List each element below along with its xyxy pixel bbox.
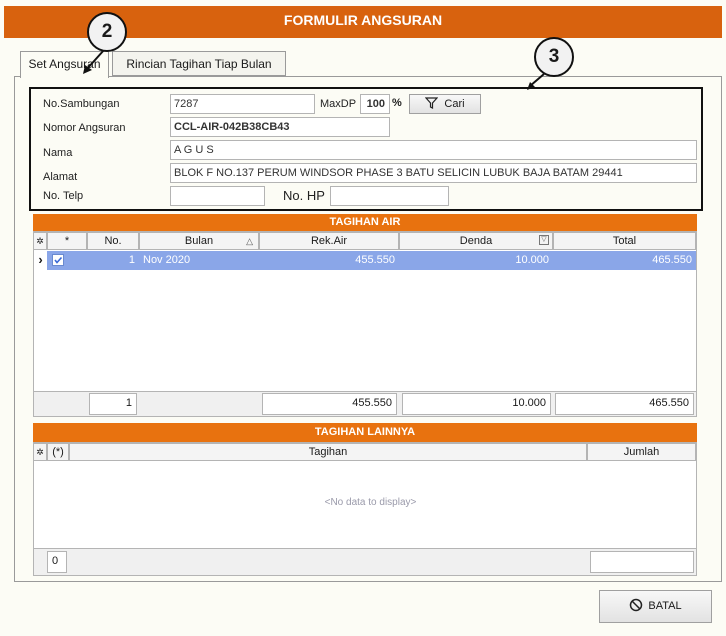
empty-state-text: <No data to display> — [324, 497, 417, 508]
row-indicator-header: ✲ — [33, 232, 47, 250]
callout-pointer-2 — [83, 49, 105, 74]
table-cell-denda[interactable]: 10.000 — [399, 251, 553, 270]
col-jumlah-header[interactable]: Jumlah — [587, 443, 696, 461]
col-tagihan-header[interactable]: Tagihan — [69, 443, 587, 461]
row-indicator-header-2: ✲ — [33, 443, 47, 461]
tagihan-air-header: TAGIHAN AIR — [33, 214, 697, 231]
tagihan-lainnya-header: TAGIHAN LAINNYA — [33, 423, 697, 442]
ban-icon — [630, 598, 643, 612]
col-denda-label: Denda — [459, 235, 493, 247]
customer-form — [29, 87, 703, 211]
row-pointer-icon: › — [38, 252, 43, 267]
table-cell-bulan[interactable]: Nov 2020 — [139, 251, 259, 270]
col-total-header[interactable]: Total — [553, 232, 696, 250]
col-star-header[interactable]: * — [47, 232, 87, 250]
callout-badge-2: 2 — [87, 12, 127, 52]
table-row-checkbox-cell[interactable] — [47, 251, 87, 270]
batal-button[interactable]: BATAL — [599, 590, 712, 623]
table-cell-no[interactable]: 1 — [87, 251, 139, 270]
col-bulan-header[interactable]: Bulan △ — [139, 232, 259, 250]
footer-count: 1 — [89, 393, 137, 415]
footer-jumlah-sum — [590, 551, 694, 573]
batal-label: BATAL — [648, 600, 682, 612]
col-star-header-2[interactable]: (*) — [47, 443, 69, 461]
table-cell-total[interactable]: 465.550 — [553, 251, 696, 270]
footer-rek-air-sum: 455.550 — [262, 393, 397, 415]
column-filter-icon[interactable]: ▽ — [539, 235, 549, 245]
col-no-header[interactable]: No. — [87, 232, 139, 250]
footer-denda-sum: 10.000 — [402, 393, 551, 415]
col-rek-air-header[interactable]: Rek.Air — [259, 232, 399, 250]
callout-badge-3: 3 — [534, 37, 574, 77]
sort-ascending-icon: △ — [246, 236, 253, 246]
checkmark-glyph — [54, 256, 63, 264]
tab-rincian-tagihan[interactable]: Rincian Tagihan Tiap Bulan — [112, 51, 286, 76]
footer-count-2: 0 — [47, 551, 67, 573]
footer-total-sum: 465.550 — [555, 393, 694, 415]
col-bulan-label: Bulan — [184, 235, 214, 247]
table-cell-rek-air[interactable]: 455.550 — [259, 251, 399, 270]
check-icon[interactable] — [52, 254, 64, 266]
col-denda-header[interactable]: Denda ▽ — [399, 232, 553, 250]
